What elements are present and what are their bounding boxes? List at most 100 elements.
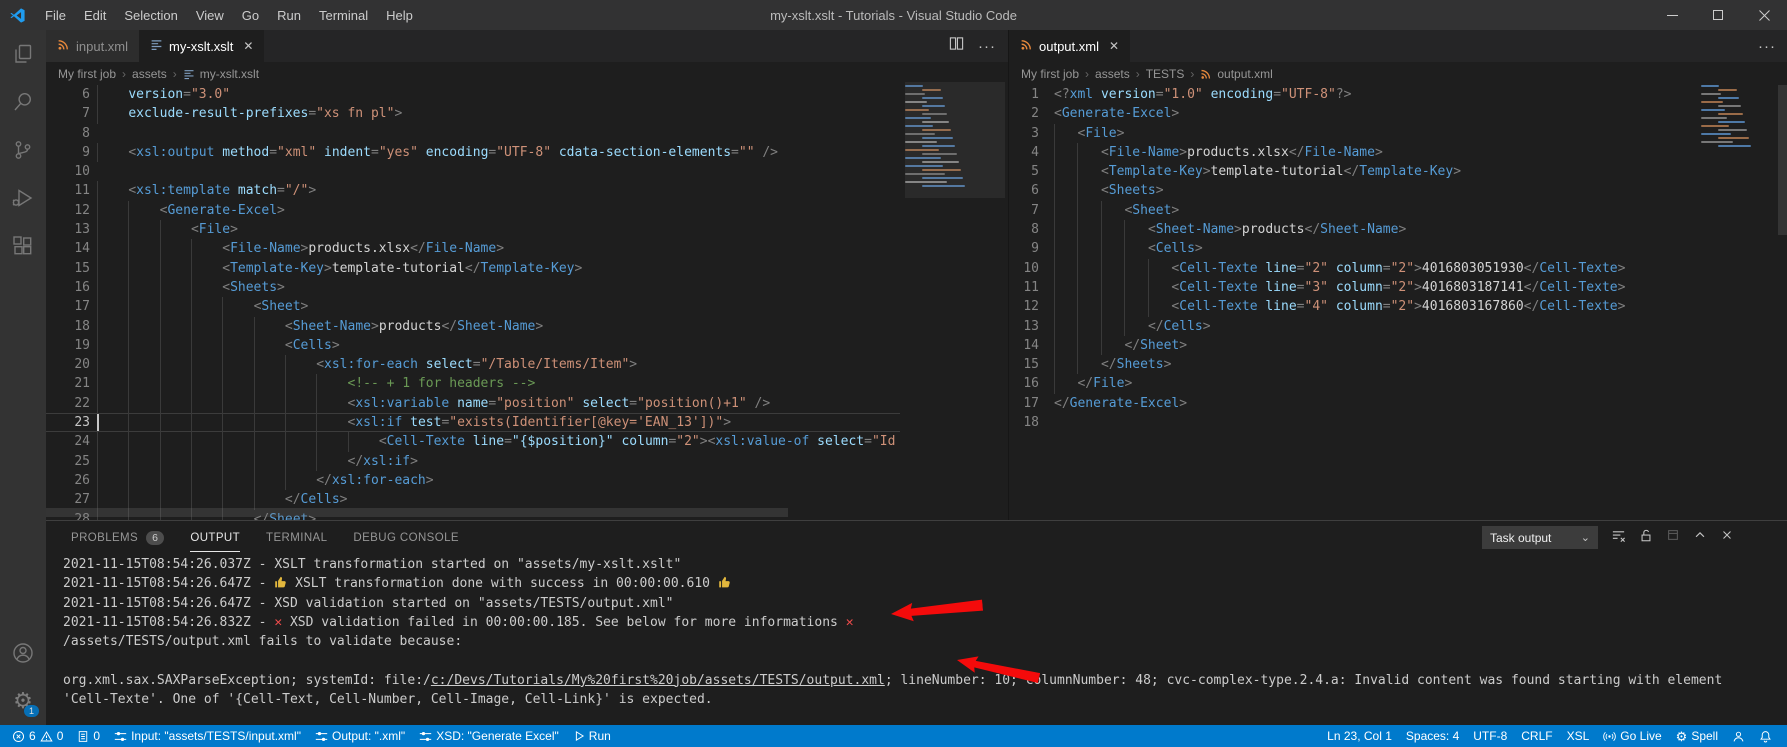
code-line-26[interactable]: 26 </xsl:for-each>	[46, 471, 900, 490]
source-control-icon[interactable]	[0, 126, 46, 174]
code-line-7[interactable]: 7 exclude-result-prefixes="xs fn pl">	[46, 104, 900, 123]
code-line-25[interactable]: 25 </xsl:if>	[46, 452, 900, 471]
code-line-10[interactable]: 10 <Cell-Texte line="2" column="2">40168…	[1009, 259, 1699, 278]
more-actions-icon[interactable]: ···	[1758, 38, 1776, 55]
code-line-11[interactable]: 11 <xsl:template match="/">	[46, 181, 900, 200]
code-line-22[interactable]: 22 <xsl:variable name="position" select=…	[46, 394, 900, 413]
code-line-3[interactable]: 3 <File>	[1009, 124, 1699, 143]
breadcrumb-item[interactable]: My first job	[58, 67, 116, 81]
breadcrumb-item[interactable]: assets	[1095, 67, 1130, 81]
maximize-icon[interactable]	[1695, 0, 1741, 30]
more-actions-icon[interactable]: ···	[978, 38, 996, 55]
code-line-20[interactable]: 20 <xsl:for-each select="/Table/Items/It…	[46, 355, 900, 374]
panel-tab-debug-console[interactable]: DEBUG CONSOLE	[353, 521, 459, 554]
menu-help[interactable]: Help	[377, 8, 422, 23]
code-line-5[interactable]: 5 <Template-Key>template-tutorial</Templ…	[1009, 162, 1699, 181]
panel-tab-output[interactable]: OUTPUT	[190, 521, 241, 554]
tab-my-xslt[interactable]: my-xslt.xslt ✕	[139, 30, 265, 62]
code-line-9[interactable]: 9 <Cells>	[1009, 239, 1699, 258]
code-editor-output-xml[interactable]: 1 <?xml version="1.0" encoding="UTF-8"?> 2…	[1009, 85, 1699, 520]
close-panel-icon[interactable]	[1720, 528, 1734, 547]
code-line-17[interactable]: 17 </Generate-Excel>	[1009, 394, 1699, 413]
split-editor-icon[interactable]	[949, 36, 964, 56]
code-line-23[interactable]: 23 <xsl:if test="exists(Identifier[@key=…	[46, 413, 900, 432]
clear-output-icon[interactable]	[1611, 528, 1626, 548]
code-line-13[interactable]: 13 </Cells>	[1009, 317, 1699, 336]
vscode-logo-icon[interactable]	[9, 7, 26, 24]
close-tab-icon[interactable]: ✕	[1109, 39, 1119, 53]
minimap-left[interactable]	[905, 82, 1005, 520]
code-editor-xslt[interactable]: 6 version="3.0" 7 exclude-result-prefixes…	[46, 85, 900, 520]
code-line-16[interactable]: 16 <Sheets>	[46, 278, 900, 297]
code-line-13[interactable]: 13 <File>	[46, 220, 900, 239]
panel-tab-problems[interactable]: PROBLEMS 6	[71, 521, 165, 554]
code-line-27[interactable]: 27 </Cells>	[46, 490, 900, 509]
maximize-panel-icon[interactable]	[1693, 528, 1707, 547]
code-line-4[interactable]: 4 <File-Name>products.xlsx</File-Name>	[1009, 143, 1699, 162]
file-link[interactable]: c:/Devs/Tutorials/My%20first%20job/asset…	[431, 673, 885, 688]
output-channel-select[interactable]: Task output ⌄	[1482, 526, 1598, 549]
minimap-right[interactable]	[1701, 85, 1779, 520]
unlock-icon[interactable]	[1639, 528, 1653, 548]
code-line-12[interactable]: 12 <Cell-Texte line="4" column="2">40168…	[1009, 297, 1699, 316]
breadcrumb-item[interactable]: assets	[132, 67, 167, 81]
sb-spell[interactable]: ⚙ Spell	[1669, 725, 1725, 747]
account-icon[interactable]	[0, 629, 46, 677]
code-line-15[interactable]: 15 </Sheets>	[1009, 355, 1699, 374]
sb-run[interactable]: Run	[566, 725, 618, 747]
sb-encoding[interactable]: UTF-8	[1466, 725, 1514, 747]
sb-xslt-input[interactable]: Input: "assets/TESTS/input.xml"	[107, 725, 308, 747]
panel-tab-terminal[interactable]: TERMINAL	[266, 521, 327, 554]
sb-xslt-xsd[interactable]: XSD: "Generate Excel"	[412, 725, 566, 747]
sb-language[interactable]: XSL	[1560, 725, 1597, 747]
code-line-14[interactable]: 14 </Sheet>	[1009, 336, 1699, 355]
code-line-18[interactable]: 18	[1009, 413, 1699, 432]
minimap-slider[interactable]	[905, 82, 1005, 198]
code-line-2[interactable]: 2 <Generate-Excel>	[1009, 104, 1699, 123]
code-line-19[interactable]: 19 <Cells>	[46, 336, 900, 355]
menu-go[interactable]: Go	[233, 8, 268, 23]
menu-selection[interactable]: Selection	[115, 8, 186, 23]
minimize-icon[interactable]	[1649, 0, 1695, 30]
sb-cursor-position[interactable]: Ln 23, Col 1	[1320, 725, 1399, 747]
code-line-17[interactable]: 17 <Sheet>	[46, 297, 900, 316]
search-icon[interactable]	[0, 78, 46, 126]
menu-edit[interactable]: Edit	[75, 8, 115, 23]
menu-run[interactable]: Run	[268, 8, 310, 23]
code-line-6[interactable]: 6 <Sheets>	[1009, 181, 1699, 200]
run-and-debug-icon[interactable]	[0, 174, 46, 222]
code-line-1[interactable]: 1 <?xml version="1.0" encoding="UTF-8"?>	[1009, 85, 1699, 104]
sb-eol[interactable]: CRLF	[1514, 725, 1559, 747]
code-line-8[interactable]: 8 <Sheet-Name>products</Sheet-Name>	[1009, 220, 1699, 239]
sb-counter[interactable]: 0	[70, 725, 107, 747]
code-line-24[interactable]: 24 <Cell-Texte line="{$position}" column…	[46, 432, 900, 451]
tab-input-xml[interactable]: input.xml	[46, 30, 140, 62]
close-window-icon[interactable]	[1741, 0, 1787, 30]
settings-icon[interactable]: ⚙ 1	[0, 677, 46, 725]
sb-problems[interactable]: 60	[5, 725, 70, 747]
vertical-scrollbar[interactable]	[1778, 85, 1787, 235]
breadcrumb-item[interactable]: My first job	[1021, 67, 1079, 81]
code-line-10[interactable]: 10	[46, 162, 900, 181]
code-line-6[interactable]: 6 version="3.0"	[46, 85, 900, 104]
code-line-8[interactable]: 8	[46, 124, 900, 143]
extensions-icon[interactable]	[0, 222, 46, 270]
close-tab-icon[interactable]: ✕	[243, 39, 253, 53]
code-line-18[interactable]: 18 <Sheet-Name>products</Sheet-Name>	[46, 317, 900, 336]
breadcrumb-file[interactable]: my-xslt.xslt	[183, 67, 259, 81]
sb-feedback[interactable]	[1725, 725, 1752, 747]
code-line-14[interactable]: 14 <File-Name>products.xlsx</File-Name>	[46, 239, 900, 258]
code-line-16[interactable]: 16 </File>	[1009, 374, 1699, 393]
explorer-icon[interactable]	[0, 30, 46, 78]
code-line-11[interactable]: 11 <Cell-Texte line="3" column="2">40168…	[1009, 278, 1699, 297]
menu-terminal[interactable]: Terminal	[310, 8, 377, 23]
horizontal-scrollbar[interactable]	[46, 508, 788, 517]
tab-output-xml[interactable]: output.xml ✕	[1009, 30, 1131, 62]
sb-xslt-output[interactable]: Output: ".xml"	[308, 725, 412, 747]
breadcrumb-file[interactable]: output.xml	[1200, 67, 1273, 81]
sb-go-live[interactable]: Go Live	[1596, 725, 1668, 747]
code-line-12[interactable]: 12 <Generate-Excel>	[46, 201, 900, 220]
code-line-7[interactable]: 7 <Sheet>	[1009, 201, 1699, 220]
breadcrumb-item[interactable]: TESTS	[1146, 67, 1185, 81]
menu-file[interactable]: File	[36, 8, 75, 23]
